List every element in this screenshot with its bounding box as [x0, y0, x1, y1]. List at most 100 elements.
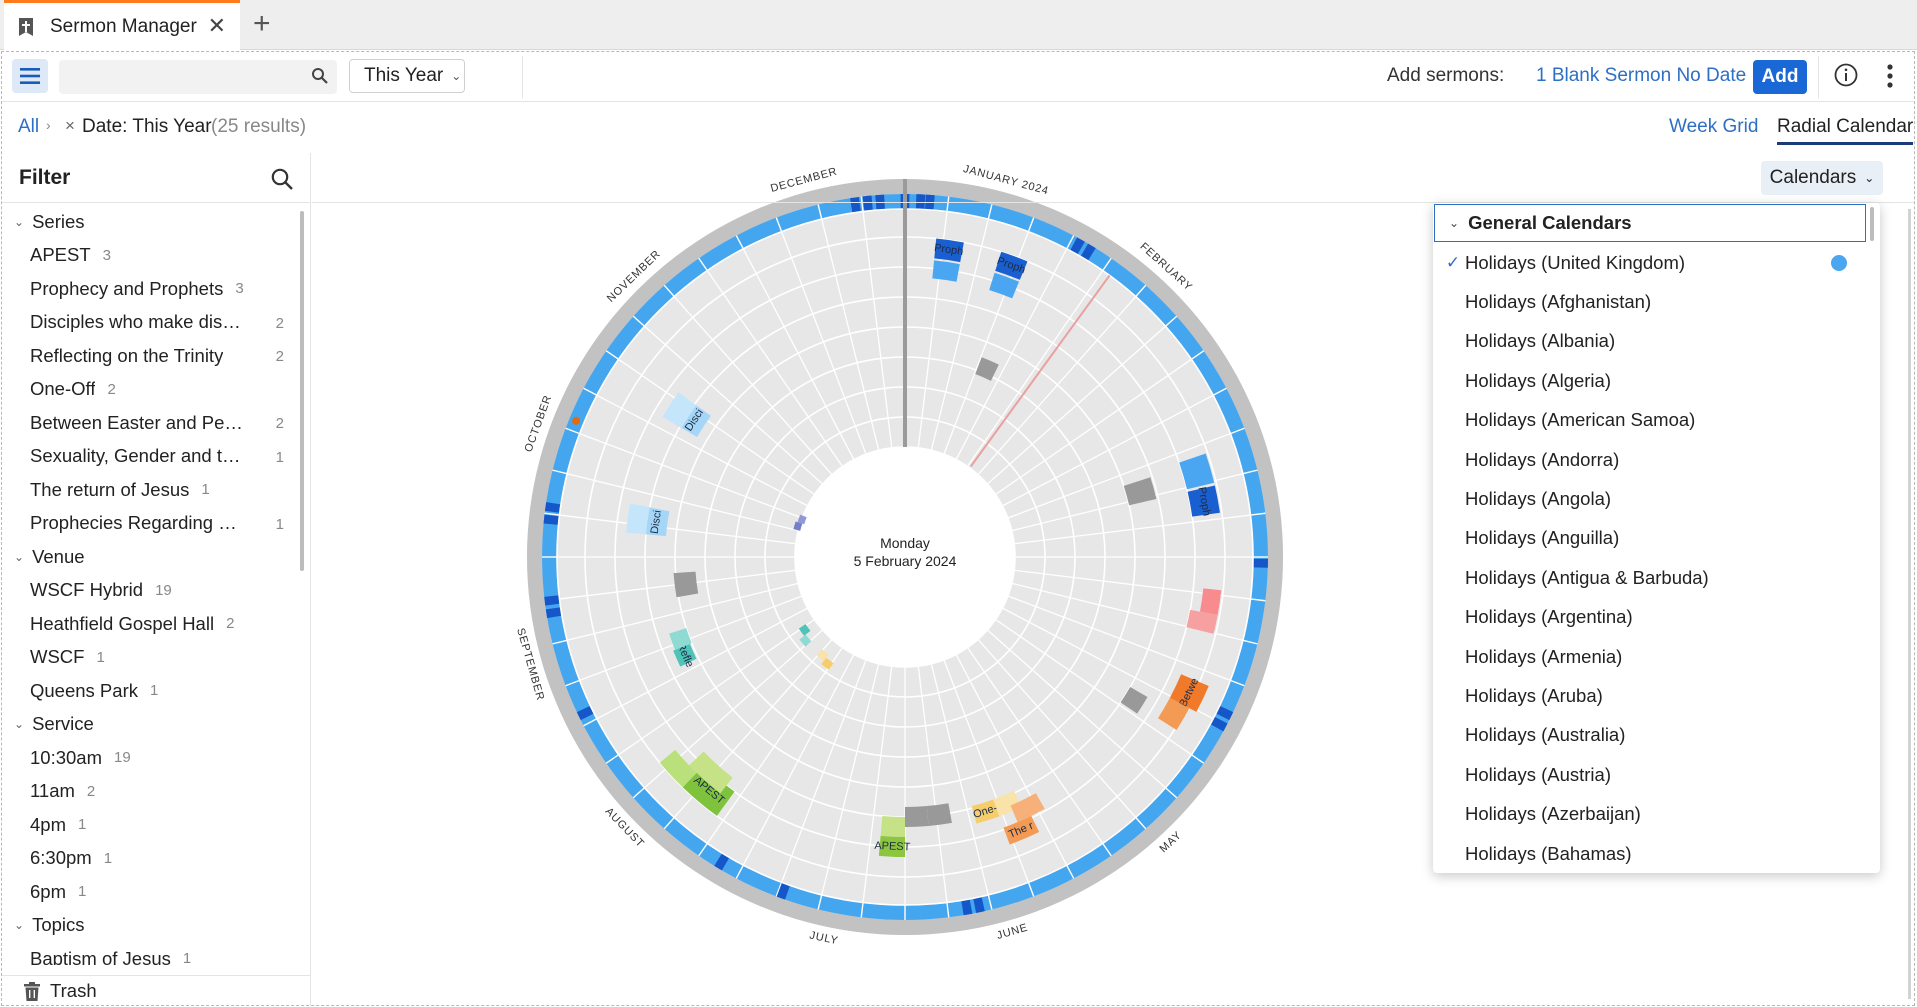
filter-item[interactable]: APEST 3: [2, 239, 302, 273]
search-icon[interactable]: [270, 167, 294, 191]
sermon-event: [673, 571, 699, 598]
filter-item[interactable]: Baptism of Jesus 1: [2, 942, 302, 965]
more-options-icon[interactable]: [1885, 61, 1895, 91]
filter-item[interactable]: Reflecting on the Trinity 2: [2, 339, 302, 373]
calendars-button[interactable]: Calendars ⌄: [1761, 161, 1883, 195]
view-week-grid[interactable]: Week Grid: [1669, 116, 1758, 138]
calendar-option-label: Holidays (Algeria): [1465, 369, 1611, 391]
filter-item-count: 2: [275, 348, 284, 365]
menu-button[interactable]: [12, 59, 48, 93]
calendar-color-dot: [1831, 255, 1847, 271]
filter-group[interactable]: ⌄ Topics: [2, 909, 302, 943]
sermon-block: [880, 816, 905, 838]
filter-item[interactable]: 4pm 1: [2, 808, 302, 842]
chevron-down-icon: ⌄: [14, 549, 25, 564]
special-day-marker: [572, 416, 581, 425]
calendar-option[interactable]: Holidays (Andorra): [1433, 440, 1868, 479]
filter-item-label: APEST: [30, 244, 91, 266]
filter-group[interactable]: ⌄ Series: [2, 205, 302, 239]
dropdown-scrollbar[interactable]: [1870, 207, 1874, 241]
filter-item[interactable]: 11am 2: [2, 775, 302, 809]
calendar-option[interactable]: Holidays (American Samoa): [1433, 401, 1868, 440]
main-scrollbar[interactable]: [1908, 209, 1911, 999]
remove-filter-icon[interactable]: ×: [65, 116, 75, 136]
trash-label: Trash: [50, 980, 97, 1001]
search-icon[interactable]: [311, 67, 329, 85]
calendars-label: Calendars: [1769, 167, 1857, 188]
filter-item[interactable]: WSCF Hybrid 19: [2, 574, 302, 608]
filter-item[interactable]: Between Easter and Pentecost 2: [2, 406, 302, 440]
sermon-event: [626, 503, 650, 535]
filter-item[interactable]: Prophecies Regarding Easter 1: [2, 507, 302, 541]
calendar-option[interactable]: Holidays (Aruba): [1433, 676, 1868, 715]
calendar-option[interactable]: Holidays (Azerbaijan): [1433, 794, 1868, 833]
filter-item[interactable]: 6pm 1: [2, 875, 302, 909]
filter-group-label: Venue: [32, 545, 85, 567]
calendar-option[interactable]: Holidays (Armenia): [1433, 637, 1868, 676]
calendar-option[interactable]: Holidays (Austria): [1433, 755, 1868, 794]
date-range-value: This Year: [364, 65, 444, 86]
breadcrumb-all[interactable]: All: [18, 116, 39, 138]
tab-sermon-manager[interactable]: Sermon Manager ✕: [4, 0, 240, 50]
filter-item[interactable]: Sexuality, Gender and the Bible 1: [2, 440, 302, 474]
filter-sidebar: Filter ⌄ Series APEST 3 Prophecy and Prophet…: [2, 153, 311, 1006]
calendar-option[interactable]: Holidays (Antigua & Barbuda): [1433, 558, 1868, 597]
calendar-option[interactable]: Holidays (Argentina): [1433, 598, 1868, 637]
view-radial-calendar[interactable]: Radial Calendar: [1777, 116, 1914, 145]
dropdown-group-header[interactable]: ⌄ General Calendars: [1434, 204, 1866, 242]
filter-item[interactable]: The return of Jesus 1: [2, 473, 302, 507]
filter-item[interactable]: Prophecy and Prophets 3: [2, 272, 302, 306]
calendar-option[interactable]: Holidays (Angola): [1433, 479, 1868, 518]
chevron-right-icon: ›: [46, 117, 51, 133]
calendar-option[interactable]: Holidays (Anguilla): [1433, 519, 1868, 558]
search-box[interactable]: [59, 60, 337, 94]
trash-button[interactable]: Trash: [2, 975, 311, 1006]
breadcrumb: All › × Date: This Year (25 results) Wee…: [2, 103, 1914, 153]
sidebar-scrollbar[interactable]: [300, 211, 304, 571]
info-icon[interactable]: [1833, 62, 1859, 88]
calendar-option[interactable]: Holidays (Australia): [1433, 716, 1868, 755]
filter-item[interactable]: 10:30am 19: [2, 741, 302, 775]
holiday-marker: [543, 514, 560, 525]
calendar-option[interactable]: Holidays (Algeria): [1433, 361, 1868, 400]
filter-item[interactable]: Disciples who make disciples 2: [2, 306, 302, 340]
sermon-event: [1199, 588, 1222, 615]
filter-item[interactable]: 6:30pm 1: [2, 842, 302, 876]
filter-item-label: One-Off: [30, 378, 96, 400]
filter-group-label: Service: [32, 713, 94, 735]
filter-item[interactable]: Heathfield Gospel Hall 2: [2, 607, 302, 641]
sermon-block-label: APEST: [874, 840, 911, 854]
calendar-option-label: Holidays (Andorra): [1465, 448, 1620, 470]
chevron-down-icon: ⌄: [14, 918, 25, 933]
filter-group[interactable]: ⌄ Venue: [2, 540, 302, 574]
sermon-block: [673, 571, 699, 598]
calendar-option[interactable]: Holidays (Albania): [1433, 322, 1868, 361]
calendar-option[interactable]: Holidays (Afghanistan): [1433, 282, 1868, 321]
add-sermon-template-link[interactable]: 1 Blank Sermon No Date: [1536, 65, 1746, 87]
calendar-option[interactable]: Holidays (Bahamas): [1433, 834, 1868, 873]
filter-item-count: 2: [86, 782, 96, 800]
filter-item[interactable]: One-Off 2: [2, 373, 302, 407]
filter-item-label: Sexuality, Gender and the Bible: [30, 445, 248, 467]
hamburger-icon: [20, 68, 40, 84]
filter-group[interactable]: ⌄ Service: [2, 708, 302, 742]
filter-item[interactable]: WSCF 1: [2, 641, 302, 675]
calendar-option-label: Holidays (Austria): [1465, 763, 1611, 785]
calendar-option[interactable]: ✓ Holidays (United Kingdom): [1433, 243, 1868, 282]
add-button[interactable]: Add: [1753, 60, 1807, 94]
filter-item-label: 11am: [30, 780, 75, 802]
holiday-marker: [1252, 558, 1268, 568]
search-input[interactable]: [59, 60, 289, 94]
app-logo-icon: [19, 17, 33, 36]
filter-item-count: 1: [182, 950, 192, 965]
new-tab-button[interactable]: +: [253, 9, 271, 39]
calendar-option-label: Holidays (Argentina): [1465, 606, 1633, 628]
tab-close-icon[interactable]: ✕: [208, 13, 226, 39]
calendar-option-label: Holidays (Afghanistan): [1465, 291, 1652, 313]
tab-title: Sermon Manager: [50, 15, 197, 37]
sermon-block: [932, 260, 960, 282]
filter-group-label: Topics: [32, 914, 85, 936]
date-range-select[interactable]: This Year ⌄: [349, 59, 465, 93]
filter-item[interactable]: Queens Park 1: [2, 674, 302, 708]
filter-item-label: Disciples who make disciples: [30, 311, 248, 333]
